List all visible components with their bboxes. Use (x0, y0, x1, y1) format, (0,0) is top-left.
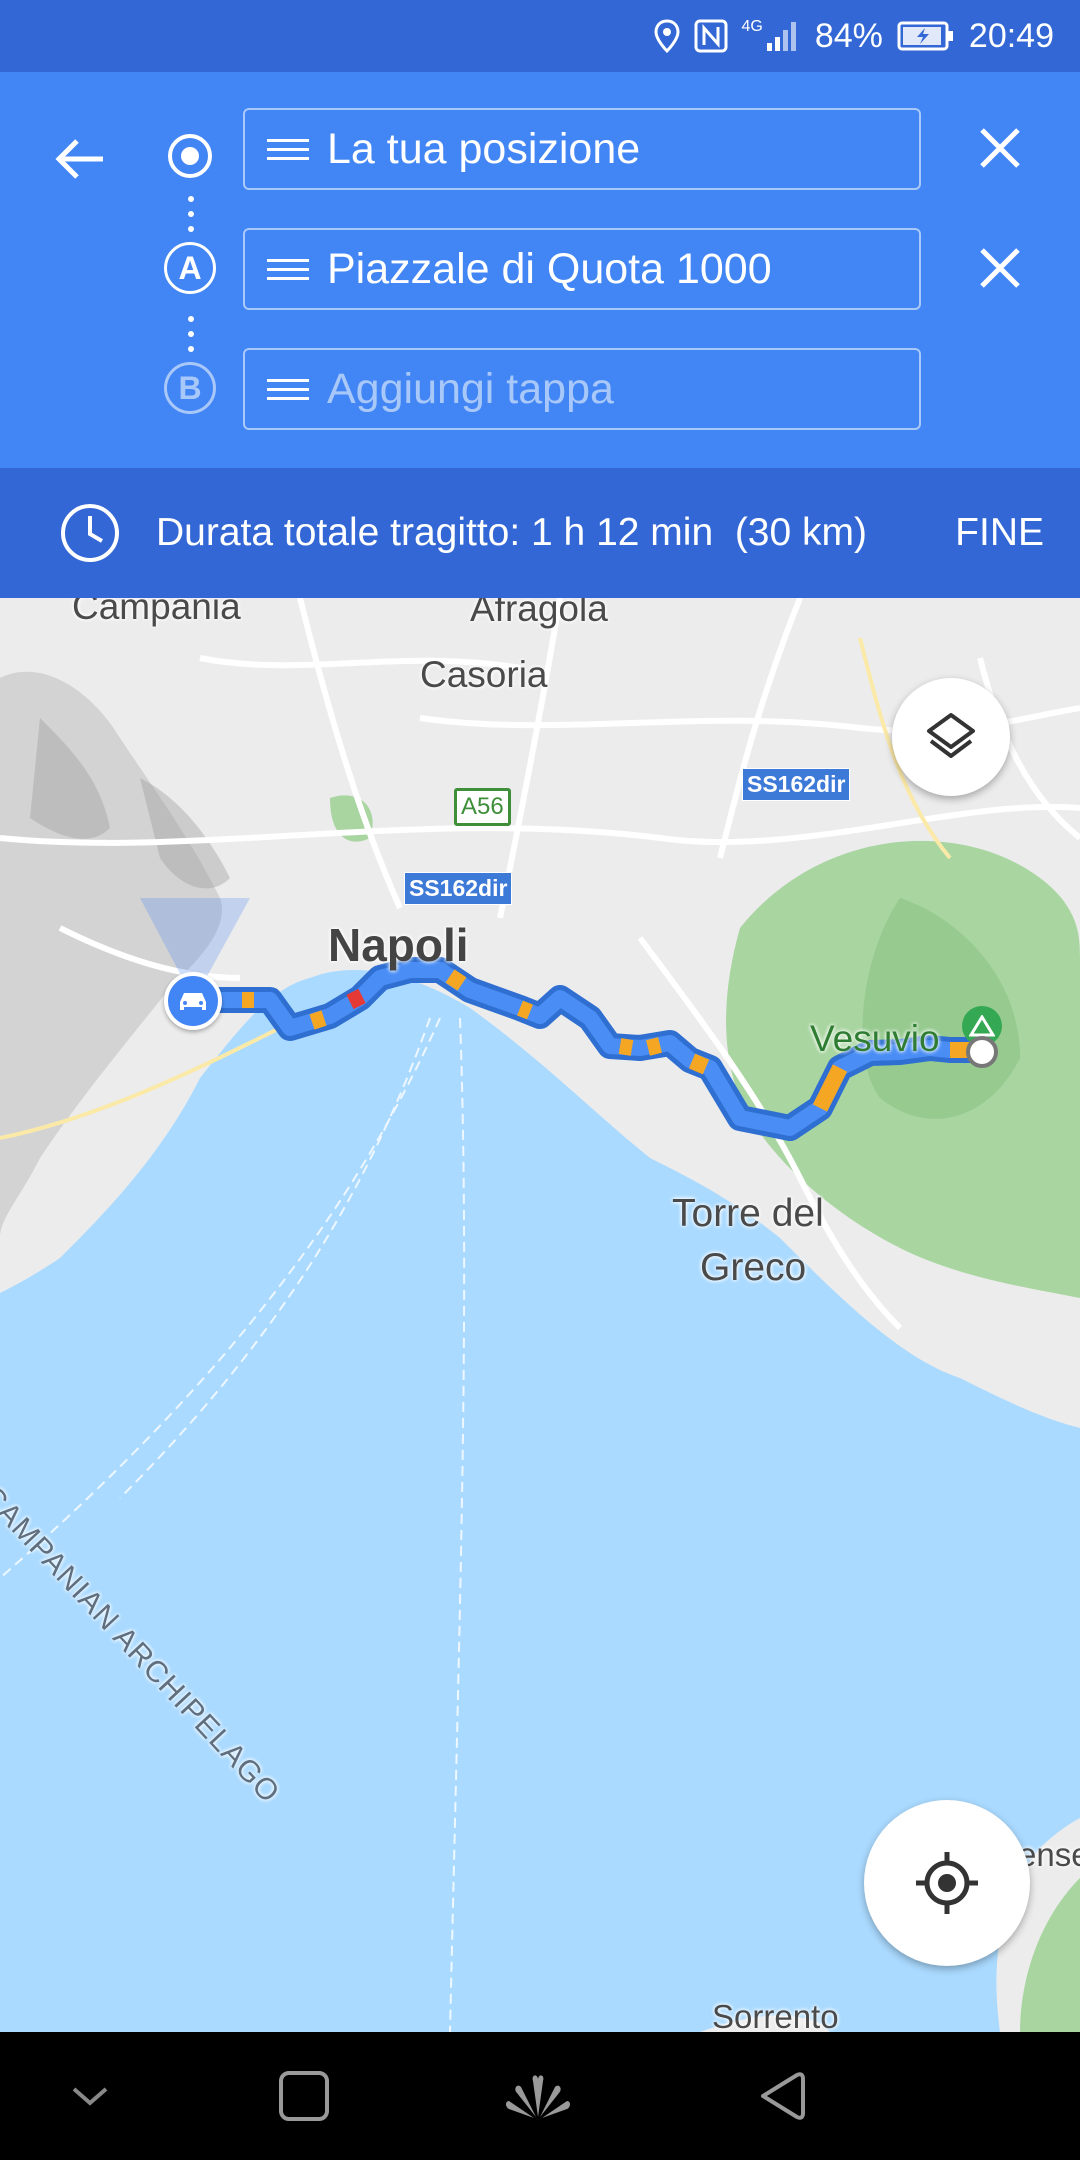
location-icon (653, 19, 680, 53)
done-button[interactable]: FINE (955, 468, 1044, 598)
destination-field[interactable]: Piazzale di Quota 1000 (243, 228, 921, 310)
nav-recents-button[interactable] (264, 2056, 344, 2136)
nav-home-button[interactable] (498, 2056, 578, 2136)
my-location-button[interactable] (864, 1800, 1030, 1966)
map-label-casoria: Casoria (420, 654, 548, 695)
destination-marker: A (164, 242, 216, 294)
status-bar: 4G 84% 20:49 (0, 0, 1080, 72)
map-label-campania: Campania (72, 598, 241, 627)
remove-origin-button[interactable] (970, 118, 1030, 178)
map-label-torre-line2: Greco (700, 1246, 807, 1289)
total-duration: Durata totale tragitto: 1 h 12 min (156, 511, 714, 554)
map-view[interactable]: Campania Afragola Casoria Napoli Vesuvio… (0, 598, 1080, 2032)
nav-collapse-button[interactable] (50, 2056, 130, 2136)
total-distance: (30 km) (734, 511, 867, 554)
add-stop-field[interactable]: Aggiungi tappa (243, 348, 921, 430)
road-shield-ss162dir: SS162dir (742, 768, 851, 801)
route-connector (188, 316, 194, 352)
close-icon (980, 248, 1020, 288)
chevron-down-icon (72, 2087, 108, 2106)
park-pin-icon (969, 1015, 995, 1037)
car-icon (180, 993, 206, 1010)
nav-back-button[interactable] (740, 2056, 820, 2136)
triangle-back-icon (761, 2072, 805, 2120)
close-icon (980, 128, 1020, 168)
road-shield-a56: A56 (454, 788, 511, 826)
battery-charging-icon (897, 21, 953, 51)
origin-field-value: La tua posizione (327, 124, 641, 173)
map-label-napoli: Napoli (328, 919, 469, 971)
destination-point[interactable] (966, 1036, 998, 1068)
destination-field-value: Piazzale di Quota 1000 (327, 244, 772, 293)
battery-percent: 84% (814, 16, 883, 55)
map-label-vesuvio: Vesuvio (810, 1018, 940, 1059)
origin-field[interactable]: La tua posizione (243, 108, 921, 190)
back-button[interactable] (44, 124, 114, 194)
remove-destination-button[interactable] (970, 238, 1030, 298)
route-connector (188, 196, 194, 232)
system-navigation-bar (0, 2032, 1080, 2160)
map-label-sorrento: Sorrento (712, 1998, 839, 2032)
clock-icon (61, 504, 119, 562)
origin-marker-icon (168, 134, 212, 178)
square-icon (279, 2071, 329, 2121)
road-shield-ss162dir: SS162dir (404, 872, 513, 905)
drag-handle-icon[interactable] (267, 373, 309, 406)
nfc-icon (694, 19, 727, 53)
signal-icon (766, 22, 796, 51)
map-label-torre-line1: Torre del (672, 1192, 824, 1235)
map-label-afragola: Afragola (470, 598, 608, 629)
network-type: 4G (741, 18, 763, 35)
drag-handle-icon[interactable] (267, 253, 309, 286)
layers-button[interactable] (892, 678, 1010, 796)
directions-header: A B La tua posizione Piazzale di Quota 1… (0, 72, 1080, 468)
drag-handle-icon[interactable] (267, 133, 309, 166)
layers-icon (927, 713, 975, 758)
route-summary-bar: Durata totale tragitto: 1 h 12 min (30 k… (0, 468, 1080, 598)
add-stop-marker: B (164, 362, 216, 414)
current-location-car-marker[interactable] (164, 972, 222, 1030)
clock-time: 20:49 (968, 16, 1054, 55)
add-stop-placeholder: Aggiungi tappa (327, 364, 614, 413)
huawei-logo-icon (506, 2075, 570, 2118)
my-location-icon (916, 1852, 978, 1914)
back-arrow-icon (55, 139, 103, 179)
